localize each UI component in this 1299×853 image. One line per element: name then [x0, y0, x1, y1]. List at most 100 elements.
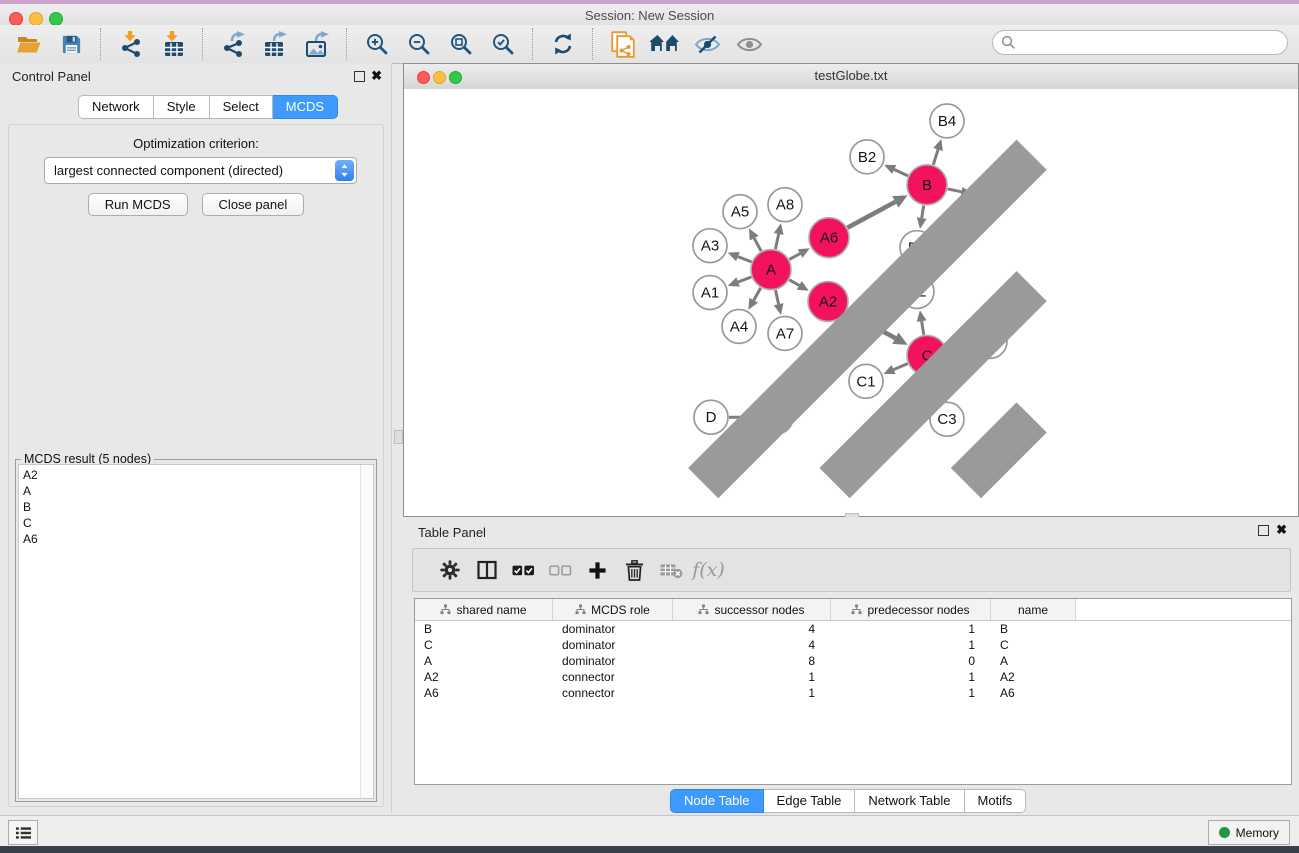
- close-panel-icon[interactable]: ✖: [371, 68, 382, 84]
- refresh-layout-button[interactable]: [542, 27, 584, 61]
- table-cell: A6: [415, 685, 553, 701]
- optimization-criterion-label: Optimization criterion:: [9, 136, 383, 151]
- export-table-button[interactable]: [254, 27, 296, 61]
- vertical-splitter-handle[interactable]: [394, 430, 403, 444]
- zoom-selected-button[interactable]: [482, 27, 524, 61]
- delete-columns-button[interactable]: [616, 552, 653, 588]
- zoom-out-button[interactable]: [398, 27, 440, 61]
- tab-network[interactable]: Network: [78, 95, 154, 119]
- criterion-select[interactable]: largest connected component (directed): [44, 157, 357, 184]
- tab-select[interactable]: Select: [210, 95, 273, 119]
- control-panel-tabs: Network Style Select MCDS: [78, 95, 338, 117]
- result-item[interactable]: A2: [19, 467, 373, 483]
- function-builder-button[interactable]: f(x): [690, 552, 727, 588]
- export-image-button[interactable]: [296, 27, 338, 61]
- table-cell: 8: [673, 653, 831, 669]
- window-titlebar[interactable]: Session: New Session: [0, 4, 1299, 26]
- save-session-button[interactable]: [50, 27, 92, 61]
- network-window-title: testGlobe.txt: [404, 68, 1298, 83]
- table-cell: A2: [415, 669, 553, 685]
- clone-network-button[interactable]: [602, 27, 644, 61]
- deselect-all-button[interactable]: [542, 552, 579, 588]
- select-all-button[interactable]: [505, 552, 542, 588]
- node-table[interactable]: shared nameMCDS rolesuccessor nodesprede…: [414, 598, 1292, 785]
- column-type-icon: [440, 604, 451, 615]
- table-cell: A6: [991, 685, 1076, 701]
- search-field: [992, 30, 1288, 55]
- table-cell: dominator: [553, 621, 673, 637]
- table-header-row: shared nameMCDS rolesuccessor nodesprede…: [415, 599, 1291, 621]
- import-table-icon: [160, 31, 186, 57]
- zoom-in-button[interactable]: [356, 27, 398, 61]
- table-row[interactable]: Cdominator41C: [415, 637, 1291, 653]
- float-table-panel-icon[interactable]: [1258, 525, 1269, 536]
- task-history-button[interactable]: [8, 820, 38, 845]
- table-cell: A2: [991, 669, 1076, 685]
- column-type-icon: [851, 604, 862, 615]
- import-network-button[interactable]: [110, 27, 152, 61]
- export-image-icon: [304, 31, 330, 57]
- tab-motifs[interactable]: Motifs: [965, 789, 1027, 813]
- main-toolbar: [0, 25, 1299, 64]
- close-table-panel-icon[interactable]: ✖: [1276, 522, 1287, 538]
- column-header[interactable]: shared name: [415, 599, 553, 620]
- save-floppy-icon: [60, 33, 83, 56]
- table-panel-tabs: Node Table Edge Table Network Table Moti…: [670, 789, 1026, 811]
- result-item[interactable]: A6: [19, 531, 373, 547]
- columns-icon: [477, 560, 497, 580]
- float-panel-icon[interactable]: [354, 71, 365, 82]
- gear-icon: [440, 560, 460, 580]
- column-header[interactable]: predecessor nodes: [831, 599, 991, 620]
- eye-icon: [736, 34, 763, 55]
- table-row[interactable]: Bdominator41B: [415, 621, 1291, 637]
- zoom-out-icon: [407, 32, 431, 56]
- table-settings-button[interactable]: [431, 552, 468, 588]
- tab-node-table[interactable]: Node Table: [670, 789, 764, 813]
- mcds-tab-content: Optimization criterion: largest connecte…: [8, 124, 384, 807]
- open-session-button[interactable]: [8, 27, 50, 61]
- result-item[interactable]: C: [19, 515, 373, 531]
- tab-network-table[interactable]: Network Table: [855, 789, 964, 813]
- export-network-button[interactable]: [212, 27, 254, 61]
- table-cell: 0: [831, 653, 991, 669]
- close-panel-button[interactable]: Close panel: [202, 193, 305, 216]
- table-row[interactable]: Adominator80A: [415, 653, 1291, 669]
- tab-mcds[interactable]: MCDS: [273, 95, 338, 119]
- network-canvas[interactable]: B4B2BB3A5A8A6B1A3AA1C2A2A4A7C4CC1C3DD1: [404, 89, 1298, 516]
- column-header[interactable]: successor nodes: [673, 599, 831, 620]
- result-item[interactable]: A: [19, 483, 373, 499]
- table-cell: connector: [553, 669, 673, 685]
- list-icon: [16, 826, 31, 840]
- eye-slash-icon: [694, 34, 721, 55]
- table-cell: A: [991, 653, 1076, 669]
- hide-graphics-details-button[interactable]: [686, 27, 728, 61]
- delete-table-button[interactable]: [653, 552, 690, 588]
- result-item[interactable]: B: [19, 499, 373, 515]
- memory-button[interactable]: Memory: [1208, 820, 1290, 845]
- network-window-titlebar[interactable]: testGlobe.txt: [404, 64, 1298, 90]
- resize-grip-icon[interactable]: [404, 89, 1298, 516]
- refresh-icon: [551, 32, 575, 56]
- window-title: Session: New Session: [0, 8, 1299, 23]
- import-table-button[interactable]: [152, 27, 194, 61]
- delete-table-icon: [660, 562, 683, 579]
- zoom-fit-button[interactable]: [440, 27, 482, 61]
- zoom-in-icon: [365, 32, 389, 56]
- show-columns-button[interactable]: [468, 552, 505, 588]
- application-window: Session: New Session: [0, 0, 1299, 853]
- column-header[interactable]: name: [991, 599, 1076, 620]
- create-column-button[interactable]: [579, 552, 616, 588]
- search-input[interactable]: [992, 30, 1288, 55]
- tab-edge-table[interactable]: Edge Table: [764, 789, 856, 813]
- export-network-icon: [220, 31, 246, 57]
- home-button[interactable]: [644, 27, 686, 61]
- column-header[interactable]: MCDS role: [553, 599, 673, 620]
- table-row[interactable]: A2connector11A2: [415, 669, 1291, 685]
- show-graphics-details-button[interactable]: [728, 27, 770, 61]
- search-icon: [1001, 35, 1016, 50]
- open-folder-icon: [16, 33, 42, 55]
- run-mcds-button[interactable]: Run MCDS: [88, 193, 188, 216]
- table-row[interactable]: A6connector11A6: [415, 685, 1291, 701]
- tab-style[interactable]: Style: [154, 95, 210, 119]
- result-scrollbar[interactable]: [360, 465, 373, 798]
